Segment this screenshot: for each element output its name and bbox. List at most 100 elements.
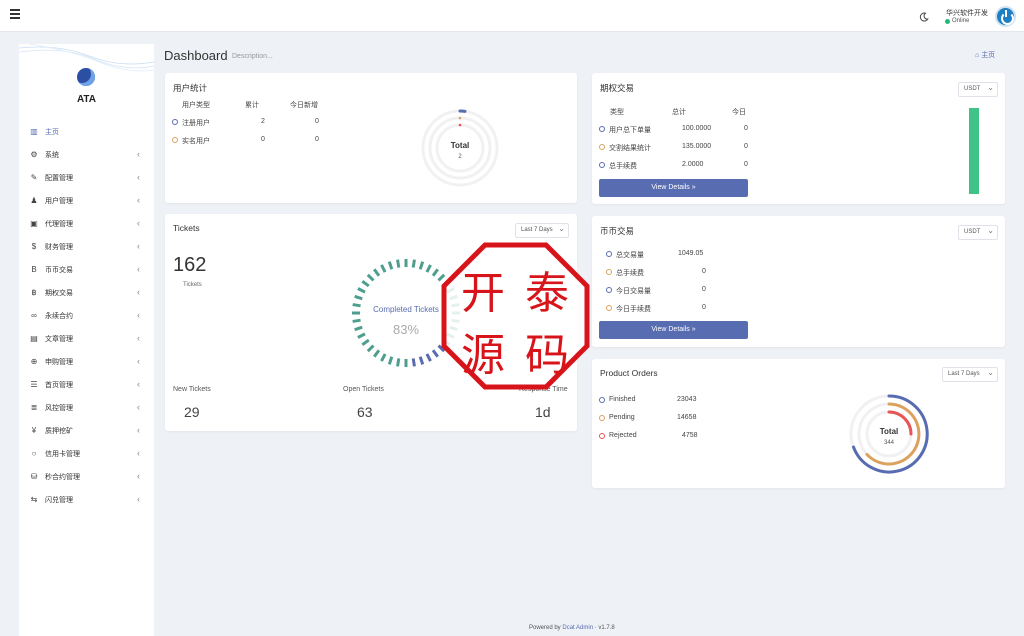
- stamp-char: 源: [461, 330, 505, 381]
- dark-mode-icon[interactable]: [919, 12, 929, 22]
- sidebar-item[interactable]: ∞ 永续合约 ‹: [19, 304, 154, 327]
- user-name[interactable]: 华兴软件开发: [946, 8, 988, 18]
- gauge-tick: [373, 349, 381, 358]
- sidebar-item-label: 系统: [45, 151, 59, 159]
- card-title: Tickets: [173, 223, 200, 233]
- row-value: 0: [315, 118, 319, 125]
- newspaper-icon: ▤: [30, 334, 38, 343]
- dollar-icon: $: [31, 242, 37, 251]
- stamp-char: 码: [525, 330, 569, 381]
- currency-select[interactable]: USDT: [958, 225, 998, 240]
- column-header: 总计: [672, 109, 686, 116]
- sidebar-item[interactable]: ○ 信用卡管理 ‹: [19, 442, 154, 465]
- gauge-tick: [361, 338, 370, 346]
- tickets-count: 162: [173, 254, 207, 276]
- row-label: 用户总下单量: [609, 127, 651, 134]
- sidebar-item-label: 用户管理: [45, 197, 73, 205]
- range-select[interactable]: Last 7 Days: [942, 367, 998, 382]
- sidebar-item-label: 永续合约: [45, 312, 73, 320]
- user-stats-ring-chart: Total 2: [421, 109, 499, 187]
- circle-icon: [599, 144, 605, 150]
- product-orders-card: Product Orders Last 7 Days Finished 2304…: [592, 359, 1005, 488]
- row-label: 今日手续费: [616, 306, 651, 313]
- sidebar-item[interactable]: $ 财务管理 ‹: [19, 235, 154, 258]
- row-value: 14658: [677, 414, 697, 421]
- sidebar-item[interactable]: ▤ 文章管理 ‹: [19, 327, 154, 350]
- row-label: Finished: [609, 396, 636, 403]
- gauge-tick: [380, 353, 387, 362]
- chevron-left-icon: ‹: [137, 356, 140, 366]
- gauge-tick: [418, 356, 425, 365]
- chevron-left-icon: ‹: [137, 241, 140, 251]
- sidebar-item[interactable]: B 币币交易 ‹: [19, 258, 154, 281]
- circle-icon: [606, 287, 612, 293]
- gauge-tick: [380, 264, 387, 273]
- circle-icon: [599, 415, 605, 421]
- watermark-stamp: 开 泰 源 码: [441, 242, 590, 390]
- sidebar-item[interactable]: ฿ 期权交易 ‹: [19, 281, 154, 304]
- card-title: 用户统计: [173, 83, 208, 93]
- sidebar-item-label: 财务管理: [45, 243, 73, 251]
- exchange-icon: ⇆: [30, 495, 38, 504]
- ring-value: 2: [458, 154, 462, 160]
- gauge-tick: [361, 280, 370, 288]
- chevron-left-icon: ‹: [137, 149, 140, 159]
- sidebar-item[interactable]: ✎ 配置管理 ‹: [19, 166, 154, 189]
- gauge-tick: [411, 259, 416, 268]
- gauge-tick: [387, 356, 394, 365]
- row-value: 0: [315, 136, 319, 143]
- avatar[interactable]: [995, 6, 1016, 27]
- ring-value: 344: [884, 440, 895, 446]
- gauge-tick: [425, 264, 432, 273]
- view-details-button[interactable]: View Details »: [599, 321, 748, 339]
- sidebar-item-label: 风控管理: [45, 404, 73, 412]
- dcat-admin-link[interactable]: Dcat Admin: [562, 625, 593, 631]
- view-details-button[interactable]: View Details »: [599, 179, 748, 197]
- row-value: 0: [702, 286, 706, 293]
- sidebar-item-label: 配置管理: [45, 174, 73, 182]
- sidebar-item[interactable]: ▣ 代理管理 ‹: [19, 212, 154, 235]
- currency-select[interactable]: USDT: [958, 82, 998, 97]
- chevron-left-icon: ‹: [137, 494, 140, 504]
- wrench-icon: ✎: [30, 173, 38, 182]
- circle-icon: [599, 433, 605, 439]
- options-trading-card: 期权交易 USDT 类型 总计 今日 用户总下单量 100.0000 0 交割结…: [592, 73, 1005, 204]
- circle-icon: [172, 119, 178, 125]
- sidebar-item[interactable]: ⛁ 秒合约管理 ‹: [19, 465, 154, 488]
- sidebar-item[interactable]: ⊕ 申购管理 ‹: [19, 350, 154, 373]
- chevron-left-icon: ‹: [137, 379, 140, 389]
- row-value: 0: [702, 268, 706, 275]
- column-header: 用户类型: [182, 102, 210, 109]
- logo-icon: [77, 68, 95, 86]
- stat-value: 29: [184, 404, 200, 420]
- gauge-tick: [418, 261, 425, 270]
- sidebar-item[interactable]: ☰ 首页管理 ‹: [19, 373, 154, 396]
- ring-label: Total: [451, 141, 470, 150]
- online-dot-icon: [945, 19, 950, 24]
- page-title: Dashboard: [164, 48, 228, 63]
- sidebar-item[interactable]: ♟ 用户管理 ‹: [19, 189, 154, 212]
- sidebar-item[interactable]: ⚙ 系统 ‹: [19, 143, 154, 166]
- user-stats-card: 用户统计 用户类型 累计 今日新增 注册用户 2 0 实名用户 0 0 Tota…: [165, 73, 577, 203]
- chevron-left-icon: ‹: [137, 218, 140, 228]
- gauge-tick: [431, 268, 439, 277]
- ring-label: Total: [880, 427, 899, 436]
- sidebar-item[interactable]: ≣ 风控管理 ‹: [19, 396, 154, 419]
- sidebar-item-label: 质押挖矿: [45, 427, 73, 435]
- gauge-tick: [431, 349, 439, 358]
- gear-icon: ⚙: [30, 150, 38, 159]
- sidebar-item-label: 期权交易: [45, 289, 73, 297]
- sidebar-item[interactable]: ¥ 质押挖矿 ‹: [19, 419, 154, 442]
- row-label: 实名用户: [182, 138, 210, 145]
- range-select[interactable]: Last 7 Days: [515, 223, 569, 238]
- menu-toggle-icon[interactable]: [10, 9, 20, 19]
- brand-name: ATA: [76, 94, 97, 105]
- breadcrumb-home-link[interactable]: ⌂ 主页: [975, 50, 995, 60]
- sidebar-item[interactable]: ▥ 主页: [19, 120, 154, 143]
- stamp-char: 泰: [525, 268, 569, 319]
- gauge-tick: [387, 261, 394, 270]
- ring-segment: [458, 123, 462, 127]
- gauge-tick: [357, 287, 366, 294]
- chevron-left-icon: ‹: [137, 402, 140, 412]
- sidebar-item[interactable]: ⇆ 闪兑管理 ‹: [19, 488, 154, 511]
